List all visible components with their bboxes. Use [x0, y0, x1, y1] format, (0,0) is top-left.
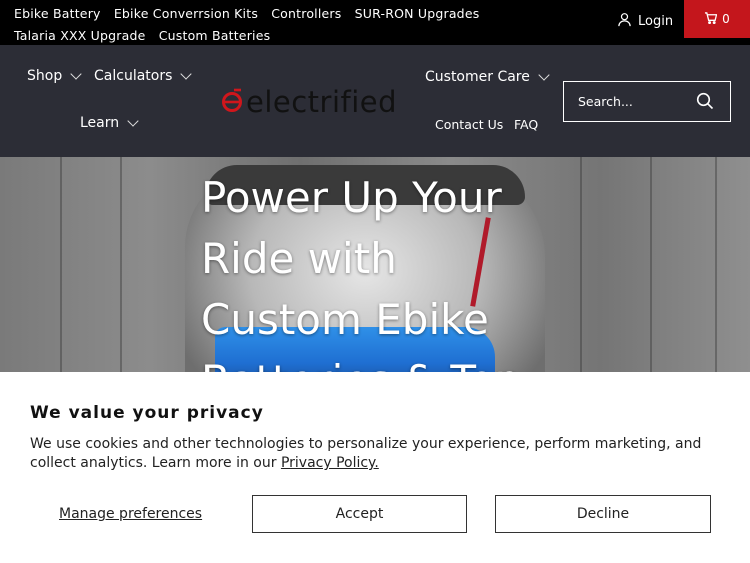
nav-shop-label: Shop [27, 68, 63, 84]
manage-preferences-link[interactable]: Manage preferences [59, 506, 202, 522]
site-logo[interactable]: electrified [220, 85, 398, 119]
toplink-talaria-upgrade[interactable]: Talaria XXX Upgrade [14, 25, 146, 47]
chevron-down-icon [180, 68, 193, 80]
wood-plank-line [60, 157, 62, 372]
wood-plank-line [715, 157, 717, 372]
nav-customer-care[interactable]: Customer Care [425, 69, 550, 85]
wood-plank-line [120, 157, 122, 372]
hero-banner: Power Up Your Ride with Custom Ebike Bat… [0, 157, 750, 372]
toplink-surron-upgrades[interactable]: SUR-RON Upgrades [355, 3, 480, 25]
login-link[interactable]: Login [617, 12, 673, 31]
search-icon[interactable] [696, 92, 714, 114]
nav-contact-us-label: Contact Us [435, 117, 504, 132]
wood-plank-line [580, 157, 582, 372]
top-bar: Ebike Battery Ebike Converrsion Kits Con… [0, 0, 750, 45]
cookie-body: We use cookies and other technologies to… [30, 435, 720, 473]
accept-button[interactable]: Accept [252, 495, 467, 533]
toplink-ebike-battery[interactable]: Ebike Battery [14, 3, 101, 25]
search-input[interactable] [578, 94, 688, 109]
nav-faq[interactable]: FAQ [514, 117, 538, 132]
wood-plank-line [650, 157, 652, 372]
toplink-controllers[interactable]: Controllers [271, 3, 341, 25]
toplink-custom-batteries[interactable]: Custom Batteries [159, 25, 271, 47]
user-icon [617, 12, 632, 31]
chevron-down-icon [538, 69, 550, 81]
cart-count: 0 [722, 12, 730, 26]
cart-icon [704, 11, 718, 27]
privacy-policy-link[interactable]: Privacy Policy. [281, 455, 379, 471]
nav-calculators-label: Calculators [94, 68, 173, 84]
nav-learn[interactable]: Learn [80, 115, 139, 131]
chevron-down-icon [70, 68, 82, 80]
toplink-conversion-kits[interactable]: Ebike Converrsion Kits [114, 3, 258, 25]
cookie-banner: We value your privacy We use cookies and… [0, 372, 750, 563]
nav-faq-label: FAQ [514, 117, 539, 132]
logo-text: electrified [246, 85, 398, 119]
nav-learn-label: Learn [80, 115, 120, 131]
login-label: Login [638, 14, 674, 29]
search-box [563, 81, 731, 122]
nav-calculators[interactable]: Calculators [94, 68, 193, 84]
cart-button[interactable]: 0 [684, 0, 750, 38]
top-links: Ebike Battery Ebike Converrsion Kits Con… [14, 3, 614, 47]
chevron-down-icon [127, 115, 139, 127]
decline-button[interactable]: Decline [495, 495, 711, 533]
nav-customer-care-label: Customer Care [425, 69, 530, 85]
hero-title: Power Up Your Ride with Custom Ebike Bat… [201, 173, 521, 372]
nav-contact-us[interactable]: Contact Us [435, 117, 503, 132]
nav-shop[interactable]: Shop [27, 68, 82, 84]
cookie-heading: We value your privacy [30, 403, 264, 423]
bike-logo-icon [220, 87, 246, 117]
